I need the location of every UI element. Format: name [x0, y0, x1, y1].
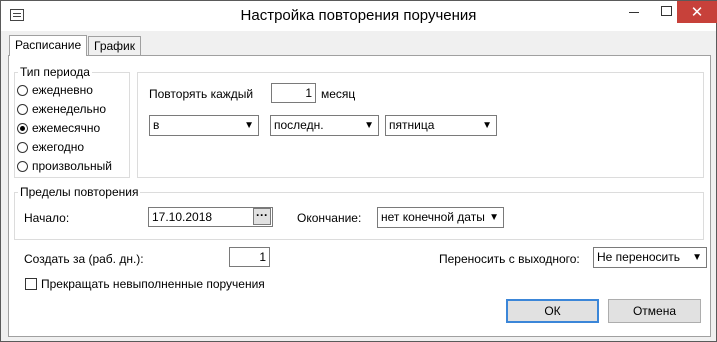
weekday-select[interactable]: пятница ▼	[385, 115, 497, 136]
start-date-value: 17.10.2018	[152, 210, 213, 224]
schedule-settings-group: Повторять каждый 1 месяц в ▼ последн. ▼ пя…	[137, 72, 704, 178]
close-button[interactable]: ✕	[677, 1, 717, 23]
tab-graph[interactable]: График	[88, 36, 141, 56]
tab-panel-schedule: Тип периода ежедневно еженедельно ежемес…	[8, 55, 711, 337]
maximize-icon	[661, 6, 672, 16]
chevron-down-icon: ▼	[692, 252, 702, 263]
in-select-value: в	[153, 118, 160, 132]
period-type-legend: Тип периода	[18, 65, 92, 79]
end-label: Окончание:	[297, 211, 362, 225]
which-select-value: последн.	[274, 118, 324, 132]
radio-custom[interactable]: произвольный	[17, 159, 112, 173]
transfer-select[interactable]: Не переносить ▼	[593, 247, 707, 268]
repeat-every-label: Повторять каждый	[149, 87, 254, 101]
chevron-down-icon: ▼	[482, 120, 492, 131]
transfer-label: Переносить с выходного:	[439, 252, 580, 266]
which-select[interactable]: последн. ▼	[270, 115, 379, 136]
repeat-limits-legend: Пределы повторения	[18, 185, 141, 199]
radio-yearly-label: ежегодно	[32, 140, 85, 154]
end-select-value: нет конечной даты	[381, 210, 485, 224]
minimize-icon	[629, 12, 639, 13]
chevron-down-icon: ▼	[244, 120, 254, 131]
start-date-input[interactable]: 17.10.2018 ···	[148, 207, 273, 227]
tab-schedule[interactable]: Расписание	[9, 35, 88, 56]
repeat-unit-label: месяц	[321, 87, 356, 101]
dialog-window: Настройка повторения поручения ✕ Расписа…	[0, 0, 717, 342]
minimize-button[interactable]	[617, 1, 651, 23]
radio-daily-icon	[17, 84, 28, 96]
radio-yearly[interactable]: ежегодно	[17, 140, 84, 154]
stop-unfinished-checkbox[interactable]	[25, 278, 37, 290]
transfer-select-value: Не переносить	[597, 250, 680, 264]
title-bar: Настройка повторения поручения ✕	[1, 1, 717, 31]
create-days-input[interactable]: 1	[229, 247, 270, 267]
ok-button[interactable]: ОК	[506, 299, 599, 323]
close-icon: ✕	[690, 4, 704, 21]
period-type-group: Тип периода ежедневно еженедельно ежемес…	[14, 65, 130, 178]
in-select[interactable]: в ▼	[149, 115, 259, 136]
chevron-down-icon: ▼	[364, 120, 374, 131]
radio-monthly[interactable]: ежемесячно	[17, 121, 100, 135]
radio-daily[interactable]: ежедневно	[17, 83, 93, 97]
repeat-limits-group: Пределы повторения Начало: 17.10.2018 ··…	[14, 185, 704, 240]
repeat-every-input[interactable]: 1	[271, 83, 316, 103]
weekday-select-value: пятница	[389, 118, 435, 132]
stop-unfinished-label: Прекращать невыполненные поручения	[41, 277, 265, 291]
radio-custom-label: произвольный	[32, 159, 112, 173]
create-days-label: Создать за (раб. дн.):	[24, 252, 144, 266]
radio-yearly-icon	[17, 141, 28, 153]
radio-custom-icon	[17, 160, 28, 172]
radio-weekly[interactable]: еженедельно	[17, 102, 106, 116]
date-picker-button[interactable]: ···	[253, 208, 271, 225]
radio-monthly-label: ежемесячно	[32, 121, 101, 135]
chevron-down-icon: ▼	[489, 212, 499, 223]
start-date-label: Начало:	[24, 211, 70, 225]
cancel-button[interactable]: Отмена	[608, 299, 701, 323]
window-title: Настройка повторения поручения	[240, 7, 477, 24]
radio-weekly-label: еженедельно	[32, 102, 107, 116]
end-select[interactable]: нет конечной даты ▼	[377, 207, 504, 228]
radio-monthly-icon	[17, 122, 28, 134]
radio-daily-label: ежедневно	[32, 83, 93, 97]
radio-weekly-icon	[17, 103, 28, 115]
